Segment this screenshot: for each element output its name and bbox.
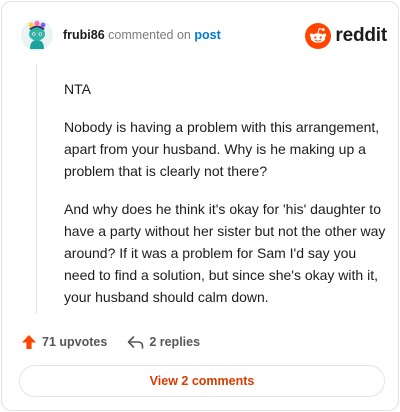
upvote-count: 71 upvotes: [42, 335, 108, 349]
reddit-brand[interactable]: reddit: [305, 21, 387, 51]
commented-on-text: commented on: [108, 28, 191, 42]
comment-paragraph: And why does he think it's okay for 'his…: [64, 201, 386, 305]
reddit-logo-icon: [305, 23, 332, 49]
replies-count: 2 replies: [149, 335, 201, 349]
post-link[interactable]: post: [194, 28, 220, 42]
upvote-arrow-icon: [22, 335, 36, 349]
comment-paragraph: Nobody is having a problem with this arr…: [64, 119, 380, 179]
view-comments-button[interactable]: View 2 comments: [19, 365, 385, 397]
comment-paragraph: NTA: [64, 81, 91, 97]
brand-wordmark: reddit: [335, 25, 387, 46]
comment-meta: frubi86 commented on post: [63, 28, 221, 42]
comment-footer: 71 upvotes 2 replies: [21, 331, 200, 353]
snoo-avatar-icon: [21, 19, 53, 51]
comment-header: frubi86 commented on post reddit: [21, 19, 387, 53]
comment-card: frubi86 commented on post reddit NTA Nob…: [1, 1, 399, 411]
replies-button[interactable]: 2 replies: [127, 334, 200, 350]
comment-body: NTA Nobody is having a problem with this…: [64, 78, 386, 324]
reply-arrow-icon: [128, 336, 144, 349]
avatar[interactable]: [21, 19, 53, 51]
thread-line[interactable]: [36, 64, 37, 314]
username-link[interactable]: frubi86: [63, 28, 105, 42]
upvote-button[interactable]: 71 upvotes: [21, 334, 107, 350]
